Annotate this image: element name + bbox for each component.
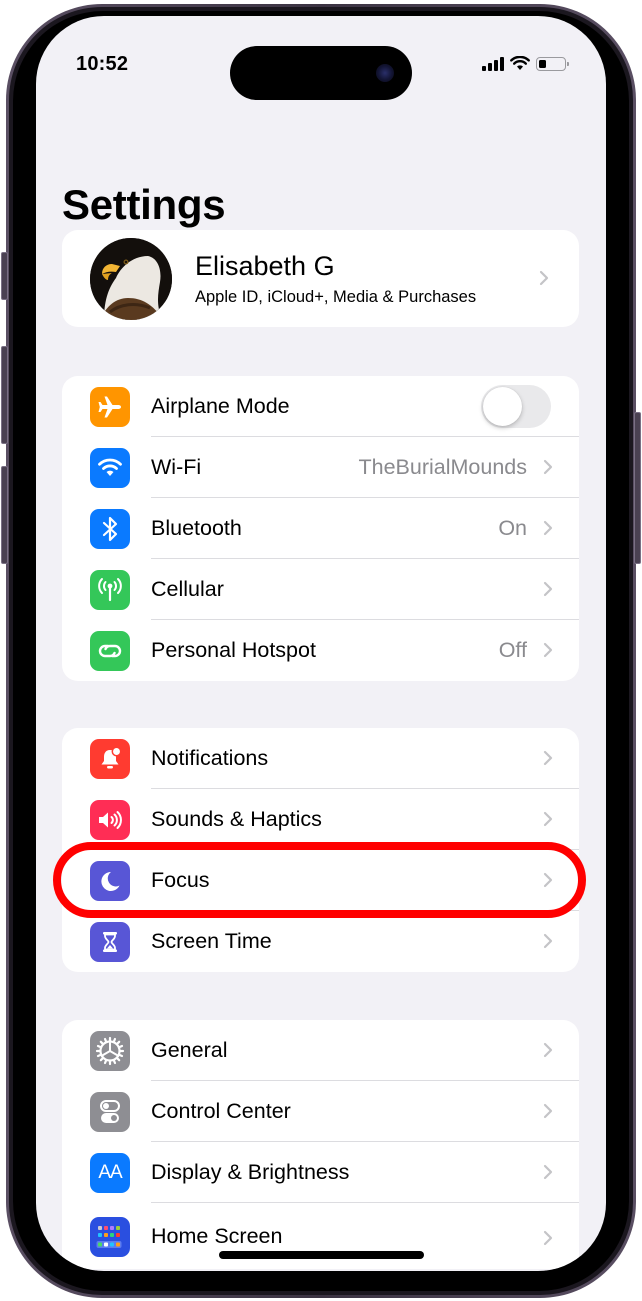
hourglass-icon xyxy=(90,922,130,962)
airplane-mode-toggle[interactable] xyxy=(481,385,551,428)
row-label: Bluetooth xyxy=(151,516,242,540)
row-label: Screen Time xyxy=(151,929,272,953)
switches-icon xyxy=(90,1092,130,1132)
gear-icon xyxy=(90,1031,130,1071)
moon-icon xyxy=(90,861,130,901)
cellular-signal-icon xyxy=(482,56,504,71)
row-label: Airplane Mode xyxy=(151,394,290,418)
row-label: Personal Hotspot xyxy=(151,638,316,662)
wifi-network-value: TheBurialMounds xyxy=(358,455,527,479)
chevron-right-icon xyxy=(543,1042,553,1058)
row-label: Notifications xyxy=(151,746,269,770)
settings-row-screen-time[interactable]: Screen Time xyxy=(62,911,579,972)
row-label: Display & Brightness xyxy=(151,1160,350,1184)
row-label: Control Center xyxy=(151,1099,291,1123)
settings-row-airplane-mode[interactable]: Airplane Mode xyxy=(62,376,579,437)
settings-row-personal-hotspot[interactable]: Personal Hotspot Off xyxy=(62,620,579,681)
front-camera xyxy=(376,64,394,82)
chevron-right-icon xyxy=(543,1230,553,1246)
settings-row-general[interactable]: General xyxy=(62,1020,579,1081)
bluetooth-icon xyxy=(90,509,130,549)
row-label: Home Screen xyxy=(151,1224,283,1248)
action-button xyxy=(1,252,8,300)
volume-down-button xyxy=(1,466,8,564)
toggle-knob xyxy=(483,387,522,426)
text-size-glyph: AA xyxy=(98,1162,122,1183)
bluetooth-status-value: On xyxy=(498,516,527,540)
row-label: Focus xyxy=(151,868,210,892)
connectivity-group: Airplane Mode Wi-Fi TheBurialMounds Blue… xyxy=(62,376,579,681)
profile-subtitle: Apple ID, iCloud+, Media & Purchases xyxy=(195,288,477,306)
hotspot-link-icon xyxy=(90,631,130,671)
settings-row-wifi[interactable]: Wi-Fi TheBurialMounds xyxy=(62,437,579,498)
cellular-antenna-icon xyxy=(90,570,130,610)
bald-eagle-avatar-icon xyxy=(90,238,172,320)
chevron-right-icon xyxy=(543,933,553,949)
screen: 10:52 Settings Elisabeth G Apple ID, iCl… xyxy=(36,16,606,1271)
chevron-right-icon xyxy=(543,642,553,658)
airplane-icon xyxy=(90,387,130,427)
settings-row-cellular[interactable]: Cellular xyxy=(62,559,579,620)
status-time: 10:52 xyxy=(76,53,129,75)
chevron-right-icon xyxy=(543,581,553,597)
apple-id-profile-row[interactable]: Elisabeth G Apple ID, iCloud+, Media & P… xyxy=(62,230,579,327)
settings-row-control-center[interactable]: Control Center xyxy=(62,1081,579,1142)
page-title: Settings xyxy=(62,181,226,228)
avatar xyxy=(90,238,172,320)
row-label: Sounds & Haptics xyxy=(151,807,322,831)
row-label: General xyxy=(151,1038,228,1062)
home-screen-grid-icon xyxy=(90,1217,130,1257)
row-label: Wi-Fi xyxy=(151,455,202,479)
wifi-status-icon xyxy=(510,56,530,70)
chevron-right-icon xyxy=(543,1164,553,1180)
status-icons xyxy=(482,56,569,71)
chevron-right-icon xyxy=(543,520,553,536)
chevron-right-icon xyxy=(539,270,549,286)
settings-row-sounds-haptics[interactable]: Sounds & Haptics xyxy=(62,789,579,850)
general-group: General Control Center AA Display & Brig… xyxy=(62,1020,579,1269)
chevron-right-icon xyxy=(543,1103,553,1119)
volume-up-button xyxy=(1,346,8,444)
side-power-button xyxy=(634,412,641,564)
speaker-icon xyxy=(90,800,130,840)
settings-row-display-brightness[interactable]: AA Display & Brightness xyxy=(62,1142,579,1203)
settings-row-home-screen[interactable]: Home Screen xyxy=(62,1203,579,1269)
wifi-icon xyxy=(90,448,130,488)
chevron-right-icon xyxy=(543,459,553,475)
profile-name: Elisabeth G xyxy=(195,251,335,281)
row-label: Cellular xyxy=(151,577,224,601)
notifications-bell-icon xyxy=(90,739,130,779)
settings-row-bluetooth[interactable]: Bluetooth On xyxy=(62,498,579,559)
settings-row-notifications[interactable]: Notifications xyxy=(62,728,579,789)
battery-icon xyxy=(536,56,569,71)
chevron-right-icon xyxy=(543,872,553,888)
hotspot-status-value: Off xyxy=(498,638,527,662)
chevron-right-icon xyxy=(543,811,553,827)
chevron-right-icon xyxy=(543,750,553,766)
attention-group: Notifications Sounds & Haptics Focus Scr… xyxy=(62,728,579,972)
text-size-icon: AA xyxy=(90,1153,130,1193)
home-indicator[interactable] xyxy=(219,1251,424,1259)
dynamic-island xyxy=(230,46,412,100)
settings-row-focus[interactable]: Focus xyxy=(62,850,579,911)
